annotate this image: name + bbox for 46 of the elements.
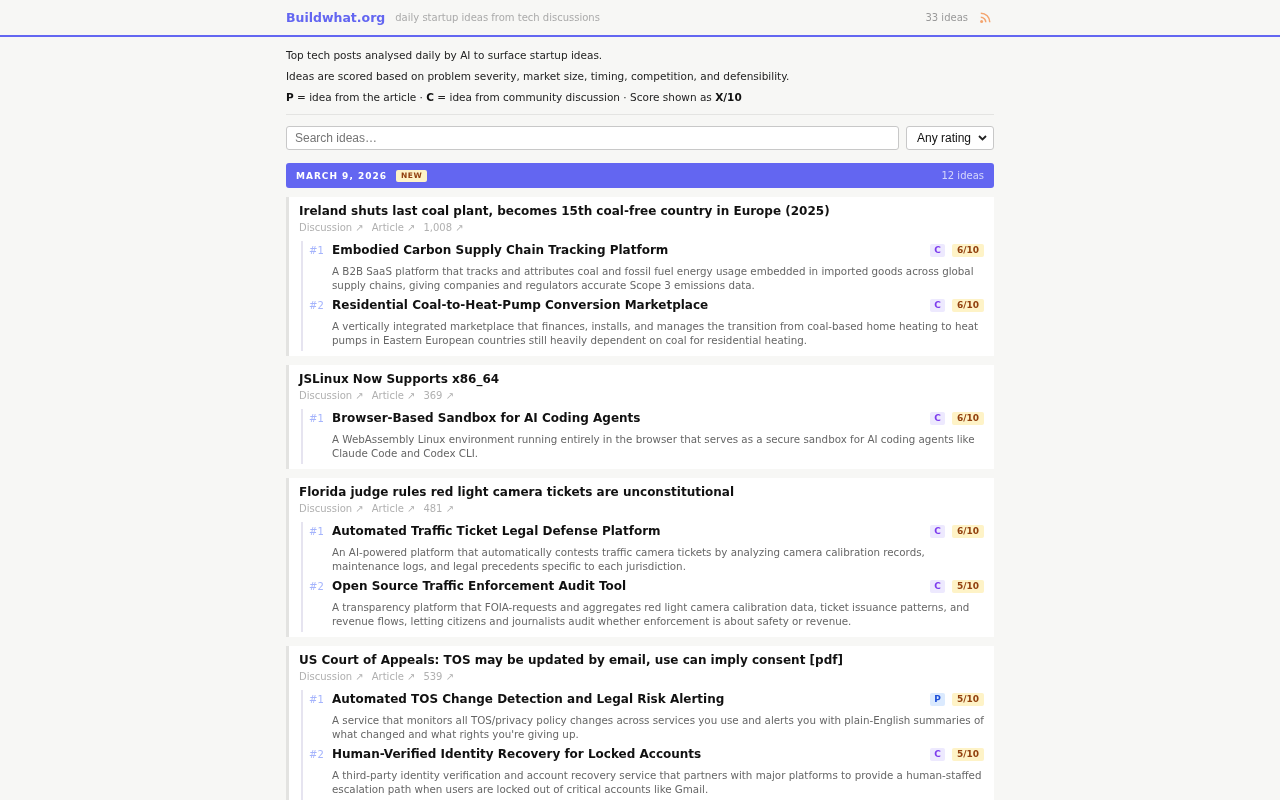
idea-number: #1 bbox=[309, 412, 324, 424]
discussion-link[interactable]: Discussion ↗ bbox=[299, 221, 364, 235]
discussion-link[interactable]: Discussion ↗ bbox=[299, 502, 364, 516]
idea-count: 33 ideas bbox=[925, 12, 968, 23]
intro-text: Top tech posts analysed daily by AI to surface startup ideas. bbox=[286, 48, 604, 63]
idea-title: Automated TOS Change Detection and Legal Risk Alerting bbox=[332, 691, 726, 708]
article-link[interactable]: Article ↗ bbox=[371, 502, 416, 516]
idea-description: A transparency platform that FOIA-requests and aggregates red light camera calibration data, ticket issuance patterns, and revenue flows, letting citizens and journalists audit whether enforcement is about safety or revenue. bbox=[332, 600, 971, 628]
site-logo[interactable]: Buildwhat.org bbox=[286, 10, 386, 25]
idea-description: A vertically integrated marketplace that finances, installs, and manages the transition from coal-based home heating to heat pumps in Eastern European countries still heavily dependent on coal for residential heating. bbox=[332, 319, 980, 347]
idea-number: #2 bbox=[309, 748, 324, 760]
site-tagline: daily startup ideas from tech discussions bbox=[395, 12, 600, 23]
discussion-link[interactable]: Discussion ↗ bbox=[299, 670, 364, 684]
post-title: US Court of Appeals: TOS may be updated by email, use can imply consent [pdf] bbox=[299, 652, 844, 669]
idea-title: Automated Traffic Ticket Legal Defense Platform bbox=[332, 523, 662, 540]
idea-number: #2 bbox=[309, 580, 324, 592]
idea-title: Browser-Based Sandbox for AI Coding Agents bbox=[332, 410, 642, 427]
idea-title: Human-Verified Identity Recovery for Locked Accounts bbox=[332, 746, 703, 763]
count-link[interactable]: 539 ↗ bbox=[423, 670, 455, 684]
idea-description: A B2B SaaS platform that tracks and attributes coal and fossil fuel energy usage embedded in imported goods across global supply chains, giving companies and regulators accurate Scope 3 emissions data. bbox=[332, 264, 975, 292]
idea-title: Residential Coal-to-Heat-Pump Conversion Marketplace bbox=[332, 297, 710, 314]
idea-number: #1 bbox=[309, 525, 324, 537]
idea-description: A WebAssembly Linux environment running entirely in the browser that serves as a secure sandbox for AI coding agents like Claude Code and Codex CLI. bbox=[332, 432, 976, 460]
intro-text: P = idea from the article · C = idea from community discussion · Score shown as X/10 bbox=[286, 90, 743, 105]
idea-count: 12 ideas bbox=[941, 170, 984, 181]
idea-number: #1 bbox=[309, 693, 324, 705]
date-heading: MARCH 9, 2026 bbox=[296, 170, 387, 181]
post-title: Florida judge rules red light camera tickets are unconstitutional bbox=[299, 484, 736, 501]
idea-description: A third-party identity verification and account recovery service that partners with major platforms to provide a human-staffed escalation path when users are locked out of critical accounts like Gmail. bbox=[332, 768, 983, 796]
idea-number: #1 bbox=[309, 244, 324, 256]
idea-number: #2 bbox=[309, 299, 324, 311]
post-title: Ireland shuts last coal plant, becomes 15th coal-free country in Europe (2025) bbox=[299, 203, 831, 220]
post-title: JSLinux Now Supports x86_64 bbox=[299, 371, 501, 388]
idea-title: Embodied Carbon Supply Chain Tracking Platform bbox=[332, 242, 670, 259]
discussion-link[interactable]: Discussion ↗ bbox=[299, 389, 364, 403]
intro-text: Ideas are scored based on problem severity, market size, timing, competition, and defensibility. bbox=[286, 69, 791, 84]
count-link[interactable]: 481 ↗ bbox=[423, 502, 455, 516]
idea-description: An AI-powered platform that automatically contests traffic camera tickets by analyzing camera calibration records, maintenance logs, and legal precedents specific to each jurisdiction. bbox=[332, 545, 926, 573]
article-link[interactable]: Article ↗ bbox=[371, 389, 416, 403]
count-link[interactable]: 1,008 ↗ bbox=[423, 221, 464, 235]
count-link[interactable]: 369 ↗ bbox=[423, 389, 455, 403]
idea-description: A service that monitors all TOS/privacy policy changes across services you use and alerts you with plain-English summaries of what changed and what rights you're giving up. bbox=[332, 713, 984, 741]
article-link[interactable]: Article ↗ bbox=[371, 670, 416, 684]
idea-title: Open Source Traffic Enforcement Audit Tool bbox=[332, 578, 628, 595]
article-link[interactable]: Article ↗ bbox=[371, 221, 416, 235]
rss-icon[interactable] bbox=[980, 12, 991, 23]
